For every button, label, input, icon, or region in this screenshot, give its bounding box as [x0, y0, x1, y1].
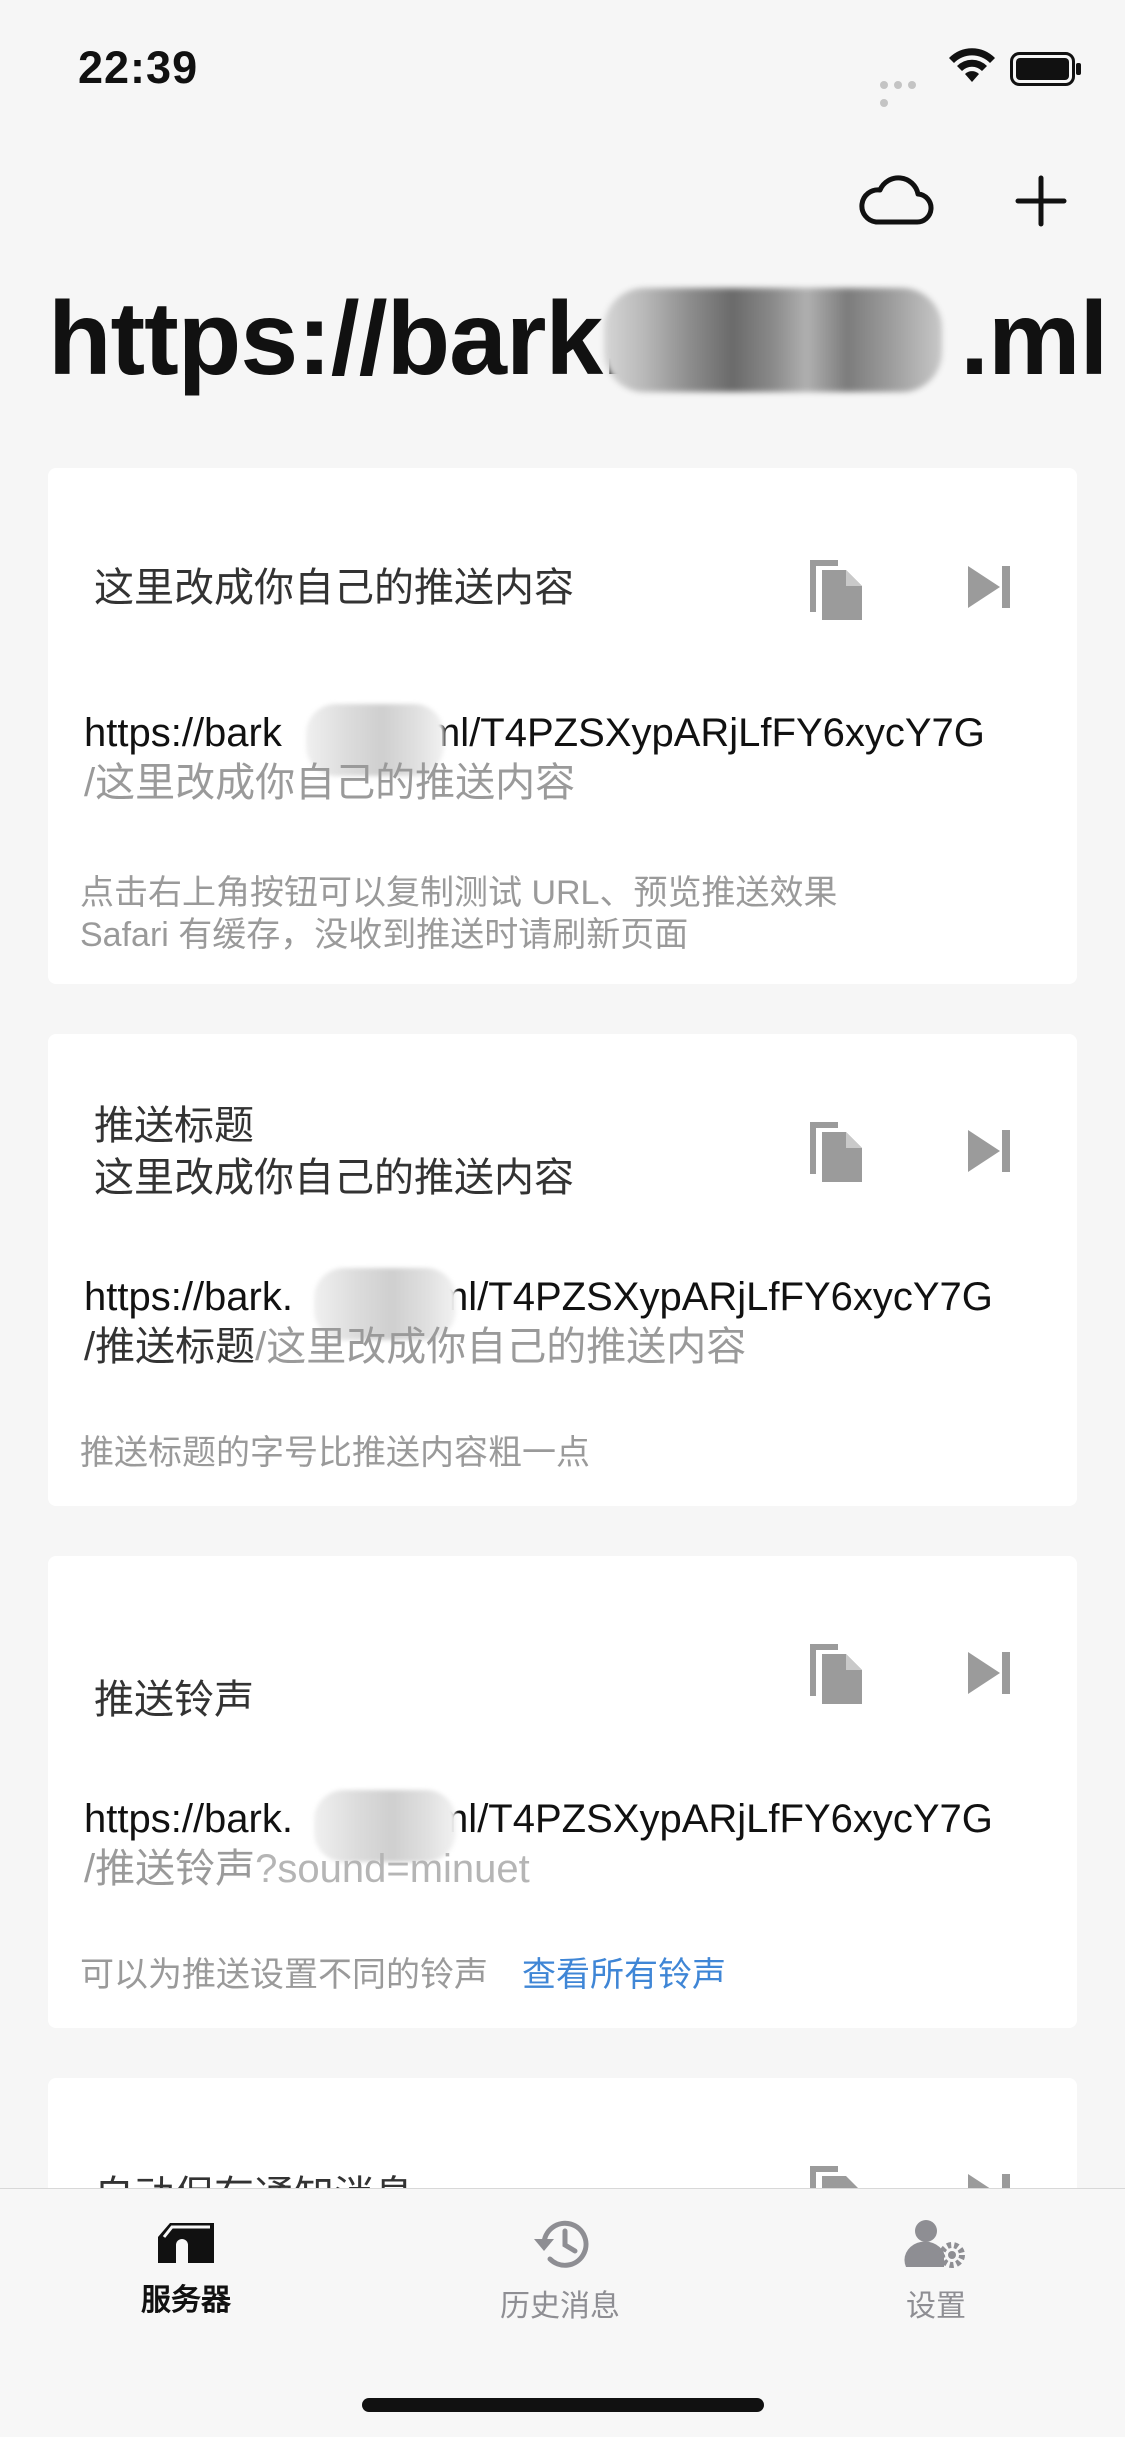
push-sound-card: 推送铃声 https://bark. ml/T4PZSXypARjLfFY6xyc… [48, 1556, 1077, 2028]
test-url[interactable]: https://bark. ml/T4PZSXypARjLfFY6xycY7G [84, 1794, 993, 1844]
hint-text: 可以为推送设置不同的铃声 查看所有铃声 [80, 1954, 726, 1996]
url-host: https://bark. [84, 1275, 293, 1319]
status-time: 22:39 [78, 42, 199, 93]
card-subtitle: 这里改成你自己的推送内容 [94, 1156, 574, 1200]
hint-label: 可以为推送设置不同的铃声 [80, 1956, 488, 1994]
test-url[interactable]: https://bark .ml/T4PZSXypARjLfFY6xycY7G [84, 708, 985, 758]
status-bar: 22:39 [0, 0, 1125, 140]
tab-label: 设置 [906, 2290, 966, 2323]
tab-settings[interactable]: 设置 [836, 2217, 1036, 2325]
copy-icon[interactable] [804, 554, 868, 624]
server-icon [158, 2223, 214, 2263]
history-icon [534, 2220, 589, 2268]
url-params: /这里改成你自己的推送内容 [84, 761, 576, 805]
redacted-domain [604, 288, 942, 392]
url-body-param: /这里改成你自己的推送内容 [255, 1325, 747, 1369]
settings-icon [904, 2220, 965, 2268]
battery-icon [1010, 52, 1081, 86]
view-all-sounds-link[interactable]: 查看所有铃声 [522, 1956, 726, 1994]
url-path: .ml/T4PZSXypARjLfFY6xycY7G [415, 711, 985, 755]
url-sound-param: ?sound=minuet [255, 1847, 530, 1891]
tab-label: 服务器 [141, 2284, 231, 2317]
url-params: /推送标题/这里改成你自己的推送内容 [84, 1322, 746, 1372]
url-path: ml/T4PZSXypARjLfFY6xycY7G [434, 1275, 993, 1319]
tab-history[interactable]: 历史消息 [460, 2217, 660, 2325]
copy-icon[interactable] [804, 1116, 868, 1186]
server-url-suffix: .ml [960, 281, 1108, 397]
url-sound-path: /推送铃声 [84, 1847, 256, 1891]
wifi-icon [949, 48, 995, 82]
copy-icon[interactable] [804, 1638, 868, 1708]
server-url-prefix: https://bark. [48, 281, 631, 397]
url-host: https://bark. [84, 1797, 293, 1841]
tab-server[interactable]: 服务器 [86, 2217, 286, 2319]
url-path: ml/T4PZSXypARjLfFY6xycY7G [434, 1797, 993, 1841]
home-indicator [362, 2398, 764, 2412]
card-title: 推送铃声 [94, 1678, 254, 1722]
url-title-param: /推送标题 [84, 1325, 256, 1369]
hint-text: 点击右上角按钮可以复制测试 URL、预览推送效果 [80, 874, 838, 912]
card-title: 这里改成你自己的推送内容 [94, 566, 574, 610]
preview-icon[interactable] [966, 564, 1012, 610]
preview-icon[interactable] [966, 1128, 1012, 1174]
hint-text: 推送标题的字号比推送内容粗一点 [80, 1434, 590, 1472]
push-content-card: 这里改成你自己的推送内容 https://bark .ml/T4PZSXypARj… [48, 468, 1077, 984]
card-title: 推送标题 [94, 1104, 254, 1148]
add-button[interactable] [1012, 172, 1070, 230]
push-title-card: 推送标题 这里改成你自己的推送内容 https://bark. ml/T4PZSX… [48, 1034, 1077, 1506]
cloud-icon[interactable] [858, 170, 934, 230]
test-url[interactable]: https://bark. ml/T4PZSXypARjLfFY6xycY7G [84, 1272, 993, 1322]
signal-dots-icon [880, 76, 934, 107]
url-host: https://bark [84, 711, 282, 755]
url-params: /推送铃声?sound=minuet [84, 1844, 530, 1894]
hint-text-2: Safari 有缓存，没收到推送时请刷新页面 [80, 916, 689, 954]
server-url-title: https://bark. .ml [48, 280, 1108, 399]
tab-label: 历史消息 [500, 2290, 620, 2323]
preview-icon[interactable] [966, 1650, 1012, 1696]
